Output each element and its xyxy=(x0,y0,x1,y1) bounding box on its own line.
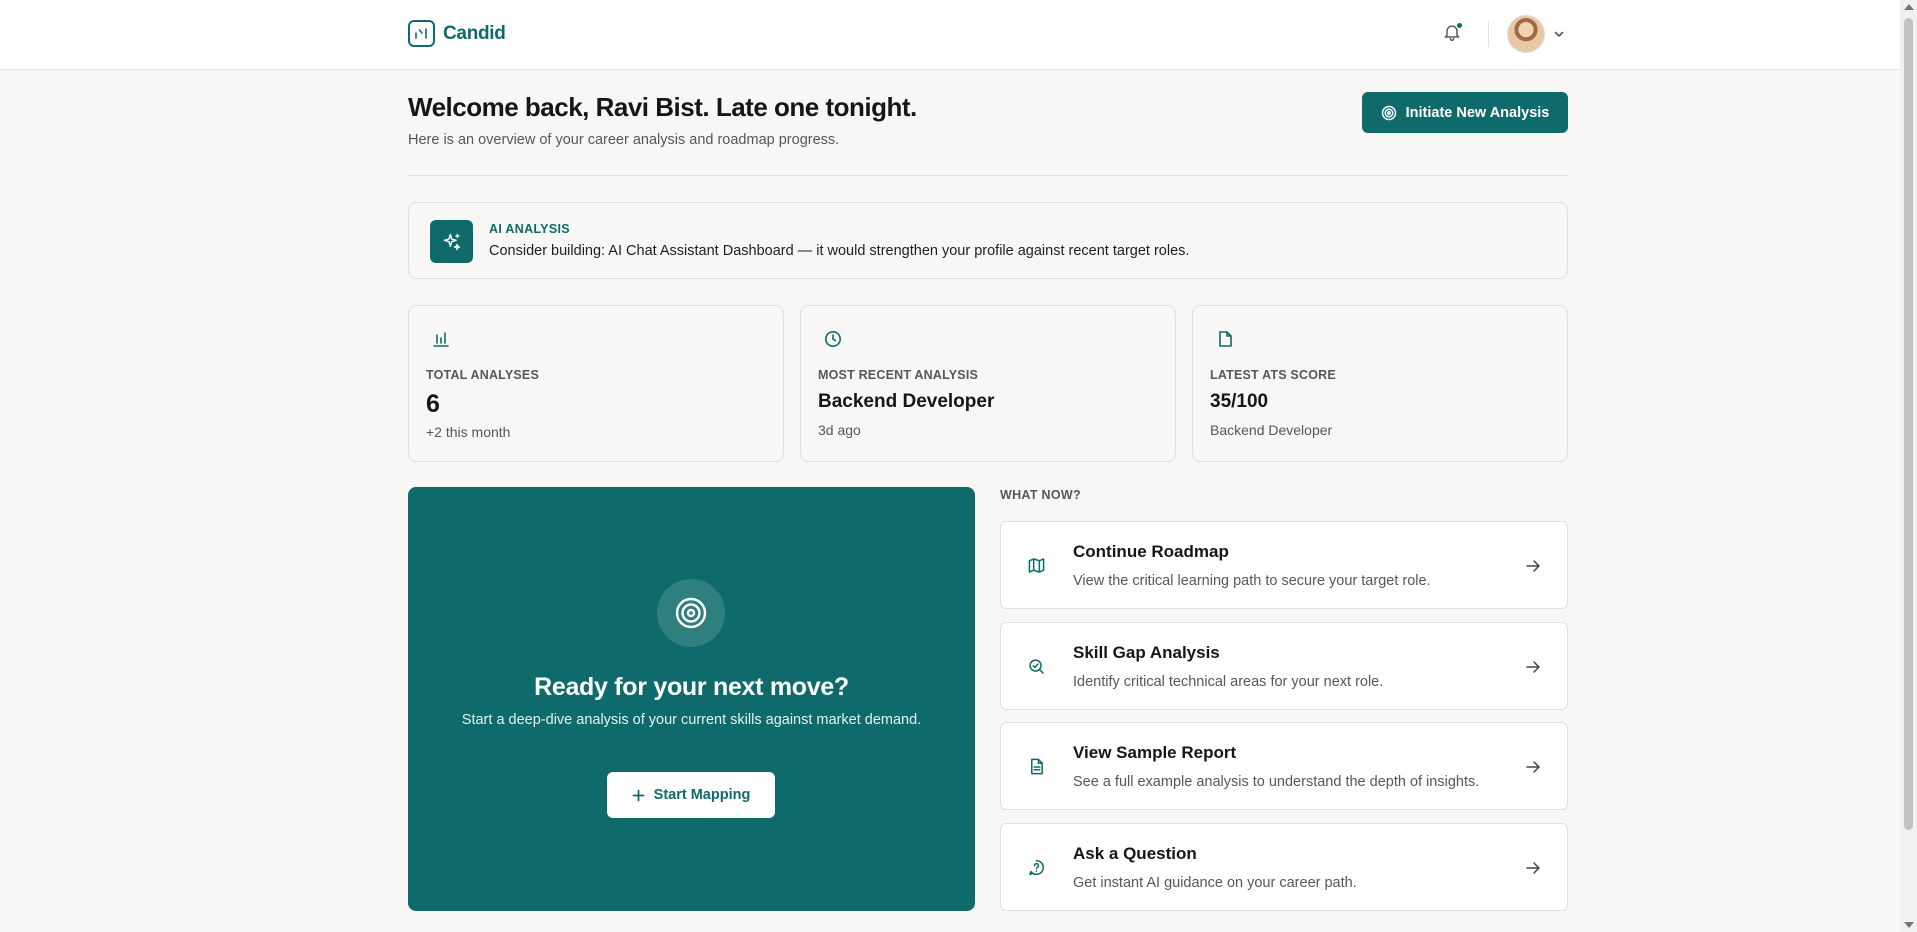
user-avatar[interactable] xyxy=(1507,15,1545,53)
clock-icon xyxy=(825,331,841,347)
stat-card-latest-ats-score: LATEST ATS SCORE 35/100 Backend Develope… xyxy=(1192,305,1568,462)
notification-dot xyxy=(1456,22,1463,29)
action-title: Continue Roadmap xyxy=(1073,542,1229,561)
target-icon xyxy=(657,579,725,647)
arrow-right-icon xyxy=(1526,862,1540,874)
hero-title: Ready for your next move? xyxy=(534,673,849,701)
arrow-right-icon xyxy=(1526,761,1540,773)
search-icon xyxy=(1029,659,1044,674)
stat-value: Backend Developer xyxy=(818,391,995,412)
skill-gap-analysis-card[interactable]: Skill Gap Analysis Identify critical tec… xyxy=(1000,622,1568,710)
action-description: Identify critical technical areas for yo… xyxy=(1073,674,1384,690)
ai-analysis-text: Consider building: AI Chat Assistant Das… xyxy=(489,243,1190,259)
brand-name: Candid xyxy=(443,22,506,44)
stat-subtext: Backend Developer xyxy=(1210,422,1333,438)
brand-logo-link[interactable]: Candid xyxy=(408,20,506,47)
scroll-up-arrow-icon[interactable] xyxy=(1904,4,1914,10)
stat-card-most-recent-analysis: MOST RECENT ANALYSIS Backend Developer 3… xyxy=(800,305,1176,462)
top-navigation-bar: Candid xyxy=(0,0,1900,70)
header-divider xyxy=(1488,21,1489,47)
what-now-heading: WHAT NOW? xyxy=(1000,488,1081,502)
target-icon xyxy=(1381,105,1396,120)
action-title: View Sample Report xyxy=(1073,743,1237,762)
action-title: Ask a Question xyxy=(1073,844,1197,863)
scroll-down-arrow-icon[interactable] xyxy=(1904,922,1914,928)
candid-logo-icon xyxy=(408,20,435,47)
view-sample-report-card[interactable]: View Sample Report See a full example an… xyxy=(1000,722,1568,810)
document-icon xyxy=(1031,758,1043,775)
arrow-right-icon xyxy=(1526,661,1540,673)
ask-a-question-card[interactable]: Ask a Question Get instant AI guidance o… xyxy=(1000,823,1568,911)
page-subtitle: Here is an overview of your career analy… xyxy=(408,132,840,148)
page-title: Welcome back, Ravi Bist. Late one tonigh… xyxy=(408,92,917,122)
stat-subtext: +2 this month xyxy=(426,424,511,440)
notifications-bell-icon[interactable] xyxy=(1442,22,1464,44)
map-icon xyxy=(1028,558,1045,573)
section-divider xyxy=(408,175,1568,176)
sparkles-icon xyxy=(430,220,473,263)
stat-label: MOST RECENT ANALYSIS xyxy=(818,368,979,382)
arrow-right-icon xyxy=(1526,560,1540,572)
question-icon xyxy=(1029,859,1045,876)
start-mapping-label: Start Mapping xyxy=(653,787,751,803)
stat-label: LATEST ATS SCORE xyxy=(1210,368,1336,382)
next-move-hero-card: Ready for your next move? Start a deep-d… xyxy=(408,487,975,911)
bar-chart-icon xyxy=(433,332,449,347)
page-scrollbar[interactable] xyxy=(1900,0,1917,932)
hero-subtitle: Start a deep-dive analysis of your curre… xyxy=(461,712,922,728)
ai-analysis-label: AI ANALYSIS xyxy=(489,222,570,236)
initiate-new-analysis-button[interactable]: Initiate New Analysis xyxy=(1362,92,1568,133)
stat-subtext: 3d ago xyxy=(818,422,861,438)
stat-card-total-analyses: TOTAL ANALYSES 6 +2 this month xyxy=(408,305,784,462)
file-icon xyxy=(1219,331,1232,347)
scroll-thumb[interactable] xyxy=(1904,18,1913,830)
action-description: Get instant AI guidance on your career p… xyxy=(1073,875,1357,891)
action-description: See a full example analysis to understan… xyxy=(1073,774,1480,790)
stat-value: 35/100 xyxy=(1210,391,1269,412)
chevron-down-icon[interactable] xyxy=(1553,28,1565,40)
continue-roadmap-card[interactable]: Continue Roadmap View the critical learn… xyxy=(1000,521,1568,609)
plus-icon xyxy=(632,789,645,801)
action-description: View the critical learning path to secur… xyxy=(1073,573,1431,589)
ai-analysis-card: AI ANALYSIS Consider building: AI Chat A… xyxy=(408,202,1568,279)
initiate-new-analysis-label: Initiate New Analysis xyxy=(1405,104,1550,121)
stat-value: 6 xyxy=(426,390,440,418)
stat-label: TOTAL ANALYSES xyxy=(426,368,540,382)
action-title: Skill Gap Analysis xyxy=(1073,643,1220,662)
start-mapping-button[interactable]: Start Mapping xyxy=(607,772,775,818)
